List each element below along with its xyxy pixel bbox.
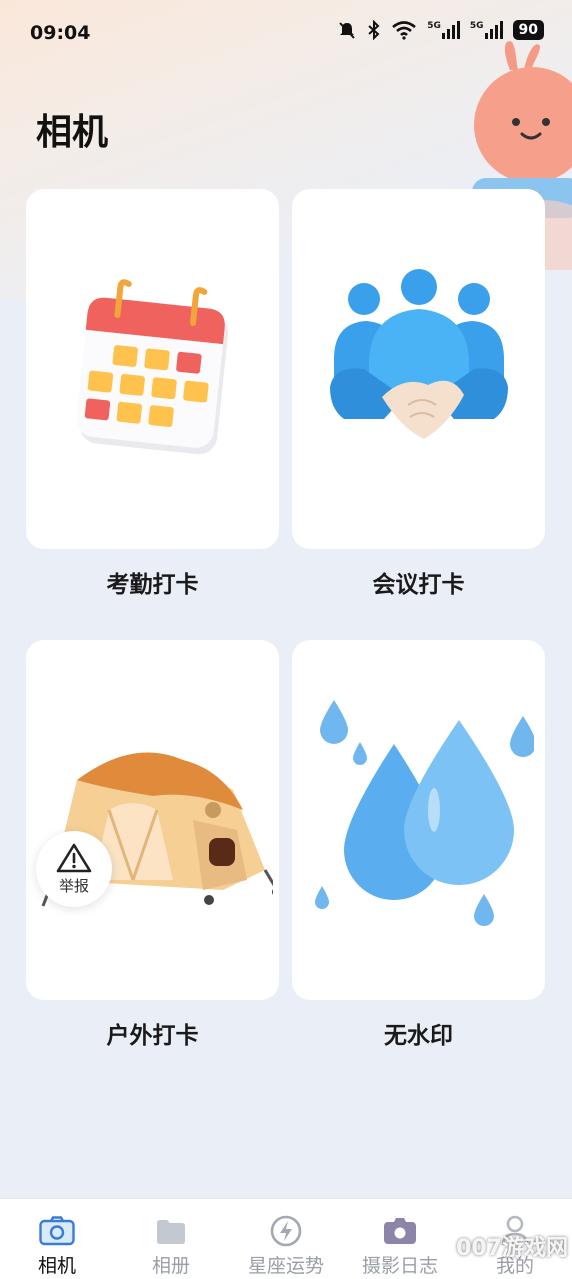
card-outdoor[interactable]	[26, 640, 279, 1000]
card-label-no-watermark: 无水印	[384, 1023, 453, 1049]
camera-log-icon	[384, 1218, 416, 1244]
status-time: 09:04	[30, 22, 91, 44]
card-label-attendance: 考勤打卡	[106, 572, 199, 598]
report-label: 举报	[58, 876, 89, 895]
status-icons: 5G 5G 90	[337, 20, 544, 40]
water-drop-icon	[314, 700, 534, 926]
page-title: 相机	[36, 112, 109, 153]
report-button[interactable]: 举报	[36, 831, 112, 907]
calendar-icon	[75, 279, 228, 455]
handshake-icon	[329, 269, 508, 439]
card-meeting[interactable]	[292, 189, 545, 549]
battery-indicator: 90	[512, 20, 544, 40]
warning-icon	[56, 843, 92, 872]
nav-item-photo-log[interactable]: 摄影日志	[343, 1199, 457, 1279]
nav-item-album[interactable]: 相册	[114, 1199, 228, 1279]
status-bar: 09:04 5G 5G 90	[0, 0, 572, 66]
card-no-watermark[interactable]	[292, 640, 545, 1000]
nav-label-photo-log: 摄影日志	[361, 1255, 438, 1277]
card-label-meeting: 会议打卡	[372, 572, 465, 598]
folder-icon	[157, 1220, 185, 1244]
card-attendance[interactable]	[26, 189, 279, 549]
signal-bars-icon	[441, 21, 460, 39]
mute-icon	[339, 22, 355, 39]
wifi-icon	[392, 21, 417, 40]
nav-item-camera[interactable]: 相机	[0, 1199, 114, 1279]
nav-label-album: 相册	[151, 1255, 190, 1277]
nav-label-horoscope: 星座运势	[247, 1255, 324, 1277]
site-watermark: 007游戏网	[456, 1236, 568, 1261]
card-label-outdoor: 户外打卡	[106, 1023, 199, 1049]
camera-icon	[39, 1216, 75, 1246]
signal-5g-2: 5G	[470, 21, 503, 39]
lightning-icon	[270, 1215, 302, 1247]
nav-label-camera: 相机	[37, 1255, 76, 1277]
nav-item-horoscope[interactable]: 星座运势	[229, 1199, 343, 1279]
bluetooth-icon	[368, 20, 380, 40]
signal-5g-1: 5G	[427, 21, 460, 39]
signal-bars-icon	[484, 21, 503, 39]
